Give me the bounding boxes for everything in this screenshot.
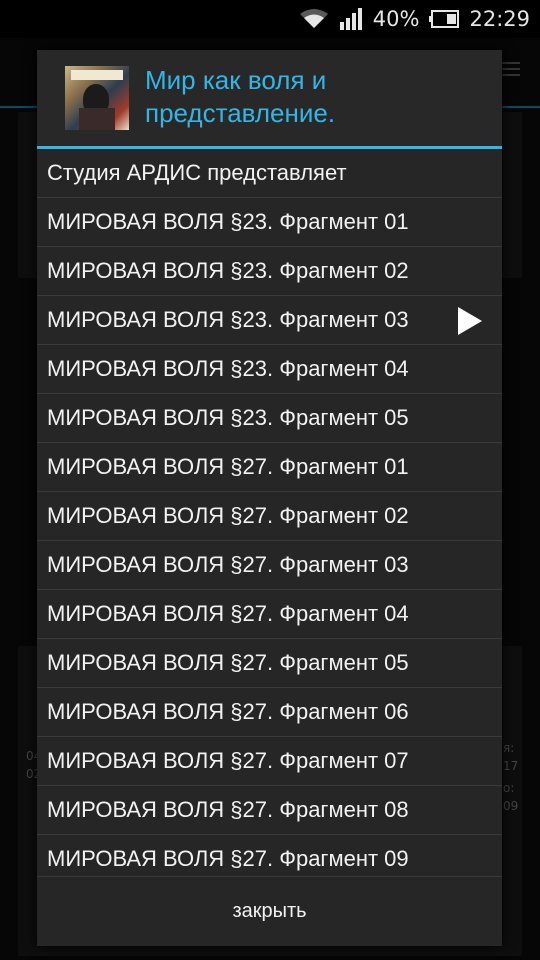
clock: 22:29: [469, 7, 530, 31]
background-text: о:: [503, 781, 515, 795]
play-icon[interactable]: [458, 307, 482, 335]
battery-percent: 40%: [372, 7, 420, 31]
track-label: МИРОВАЯ ВОЛЯ §23. Фрагмент 05: [47, 405, 409, 430]
battery-icon: [429, 10, 460, 28]
close-button[interactable]: закрыть: [37, 877, 502, 946]
status-bar: 40% 22:29: [0, 0, 540, 38]
dialog-title: Мир как воля и представление.: [145, 65, 336, 128]
track-label: МИРОВАЯ ВОЛЯ §27. Фрагмент 02: [47, 503, 409, 528]
track-item[interactable]: Студия АРДИС представляет: [37, 149, 502, 198]
track-label: МИРОВАЯ ВОЛЯ §27. Фрагмент 08: [47, 797, 409, 822]
track-item[interactable]: МИРОВАЯ ВОЛЯ §27. Фрагмент 06: [37, 688, 502, 737]
track-item[interactable]: МИРОВАЯ ВОЛЯ §27. Фрагмент 07: [37, 737, 502, 786]
album-cover: [65, 66, 129, 130]
track-item[interactable]: МИРОВАЯ ВОЛЯ §23. Фрагмент 01: [37, 198, 502, 247]
background-text: 17: [503, 759, 519, 773]
track-label: МИРОВАЯ ВОЛЯ §27. Фрагмент 06: [47, 699, 409, 724]
track-item[interactable]: МИРОВАЯ ВОЛЯ §27. Фрагмент 05: [37, 639, 502, 688]
track-item[interactable]: МИРОВАЯ ВОЛЯ §23. Фрагмент 02: [37, 247, 502, 296]
track-label: МИРОВАЯ ВОЛЯ §23. Фрагмент 03: [47, 307, 409, 332]
playlist-dialog: Мир как воля и представление. Студия АРД…: [37, 50, 502, 946]
track-label: МИРОВАЯ ВОЛЯ §27. Фрагмент 03: [47, 552, 409, 577]
dialog-header: Мир как воля и представление.: [37, 50, 502, 146]
wifi-icon: [299, 8, 329, 30]
track-item[interactable]: МИРОВАЯ ВОЛЯ §23. Фрагмент 04: [37, 345, 502, 394]
track-label: МИРОВАЯ ВОЛЯ §23. Фрагмент 04: [47, 356, 409, 381]
background-text: 09: [503, 799, 519, 813]
track-label: МИРОВАЯ ВОЛЯ §27. Фрагмент 05: [47, 650, 409, 675]
track-item[interactable]: МИРОВАЯ ВОЛЯ §27. Фрагмент 01: [37, 443, 502, 492]
track-item[interactable]: МИРОВАЯ ВОЛЯ §27. Фрагмент 08: [37, 786, 502, 835]
track-label: Студия АРДИС представляет: [47, 160, 347, 185]
signal-icon: [339, 8, 363, 30]
track-label: МИРОВАЯ ВОЛЯ §23. Фрагмент 01: [47, 209, 409, 234]
track-item[interactable]: МИРОВАЯ ВОЛЯ §27. Фрагмент 03: [37, 541, 502, 590]
track-label: МИРОВАЯ ВОЛЯ §27. Фрагмент 01: [47, 454, 409, 479]
track-item[interactable]: МИРОВАЯ ВОЛЯ §27. Фрагмент 09: [37, 835, 502, 876]
track-item[interactable]: МИРОВАЯ ВОЛЯ §23. Фрагмент 03: [37, 296, 502, 345]
background-text: я:: [503, 741, 515, 755]
track-label: МИРОВАЯ ВОЛЯ §23. Фрагмент 02: [47, 258, 409, 283]
track-label: МИРОВАЯ ВОЛЯ §27. Фрагмент 09: [47, 846, 409, 871]
track-item[interactable]: МИРОВАЯ ВОЛЯ §27. Фрагмент 02: [37, 492, 502, 541]
track-item[interactable]: МИРОВАЯ ВОЛЯ §23. Фрагмент 05: [37, 394, 502, 443]
track-label: МИРОВАЯ ВОЛЯ §27. Фрагмент 04: [47, 601, 409, 626]
track-list[interactable]: Студия АРДИС представляет МИРОВАЯ ВОЛЯ §2…: [37, 149, 502, 876]
track-label: МИРОВАЯ ВОЛЯ §27. Фрагмент 07: [47, 748, 409, 773]
track-item[interactable]: МИРОВАЯ ВОЛЯ §27. Фрагмент 04: [37, 590, 502, 639]
